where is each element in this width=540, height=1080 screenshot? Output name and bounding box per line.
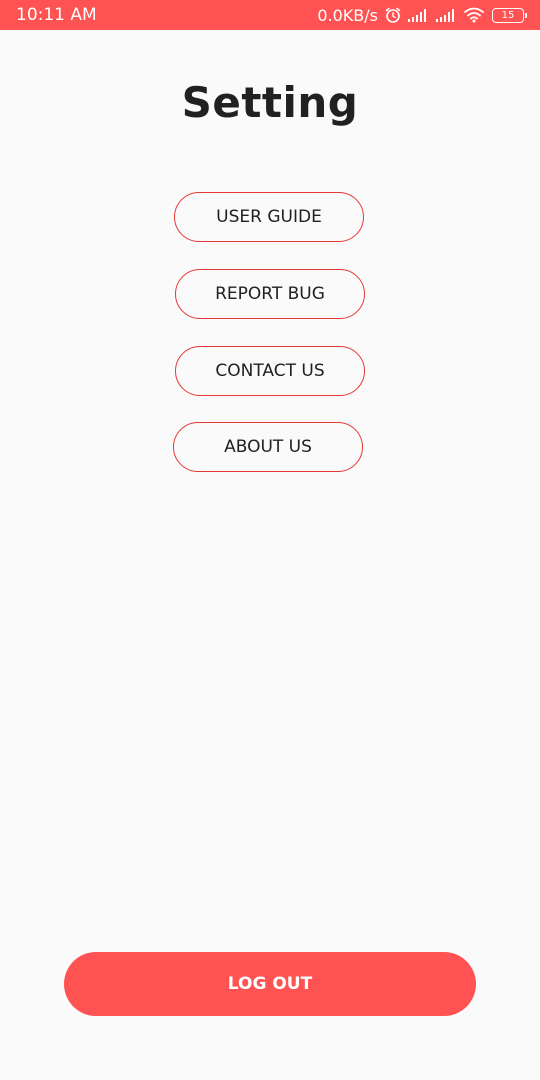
status-time: 10:11 AM <box>16 5 97 25</box>
page-title: Setting <box>181 78 359 127</box>
user-guide-button[interactable]: USER GUIDE <box>174 192 364 242</box>
report-bug-button[interactable]: REPORT BUG <box>175 269 365 319</box>
about-us-button[interactable]: ABOUT US <box>173 422 363 472</box>
status-bar: 10:11 AM 0.0KB/s 15 <box>0 0 540 30</box>
network-speed: 0.0KB/s <box>317 5 378 25</box>
alarm-icon <box>384 6 402 24</box>
logout-button[interactable]: LOG OUT <box>64 952 476 1016</box>
settings-screen: 10:11 AM 0.0KB/s 15 Setting USER GUIDE R… <box>0 0 540 1080</box>
signal-icon <box>436 8 458 22</box>
battery-level: 15 <box>501 9 515 21</box>
contact-us-button[interactable]: CONTACT US <box>175 346 365 396</box>
signal-icon <box>408 8 430 22</box>
status-icons: 0.0KB/s 15 <box>317 4 527 26</box>
battery-icon: 15 <box>492 7 527 23</box>
wifi-icon <box>464 7 484 23</box>
